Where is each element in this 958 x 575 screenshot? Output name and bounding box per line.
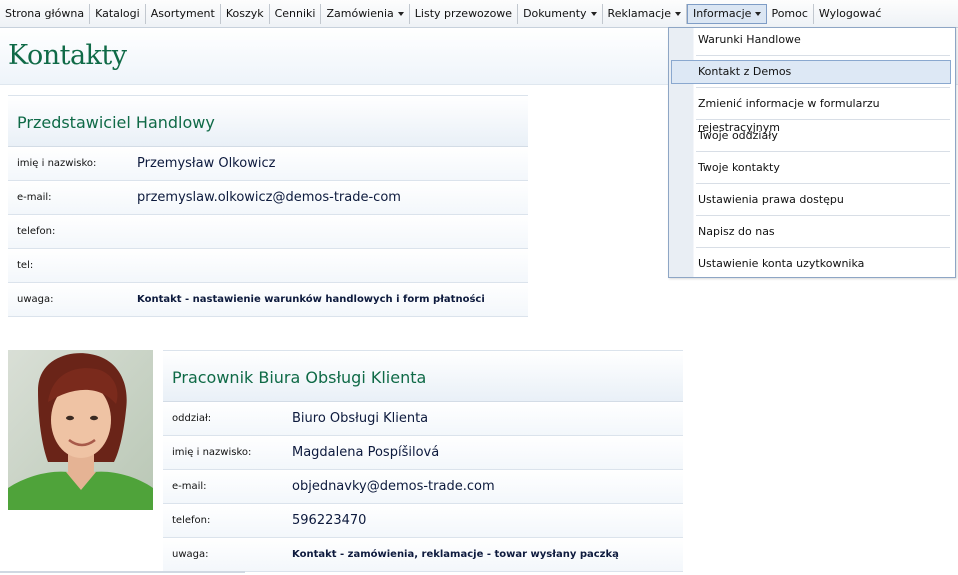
menu-item-katalogi[interactable]: Katalogi xyxy=(90,3,146,24)
dropdown-item-kontakt-z-demos[interactable]: Kontakt z Demos xyxy=(671,60,951,84)
menu-item-label: Katalogi xyxy=(95,7,140,20)
menu-item-label: Dokumenty xyxy=(523,7,587,20)
office-branch: Biuro Obsługi Klienta xyxy=(292,411,429,426)
office-card-header: Pracownik Biura Obsługi Klienta xyxy=(163,350,683,402)
dropdown-item-label: Ustawienie konta uzytkownika xyxy=(698,257,865,270)
field-label: oddział: xyxy=(172,413,212,424)
dropdown-item-ustawienia-prawa-dostepu[interactable]: Ustawienia prawa dostępu xyxy=(671,188,951,212)
dropdown-item-napisz-do-nas[interactable]: Napisz do nas xyxy=(671,220,951,244)
page-title: Kontakty xyxy=(8,40,127,71)
contact-row-name: imię i nazwisko: Magdalena Pospíšilová xyxy=(163,436,683,470)
menu-item-koszyk[interactable]: Koszyk xyxy=(221,3,270,24)
contact-row-branch: oddział: Biuro Obsługi Klienta xyxy=(163,402,683,436)
dropdown-item-label: Kontakt z Demos xyxy=(698,65,792,78)
dropdown-item-warunki-handlowe[interactable]: Warunki Handlowe xyxy=(671,28,951,52)
representative-card-title: Przedstawiciel Handlowy xyxy=(17,113,215,132)
menu-item-label: Koszyk xyxy=(225,7,264,20)
menu-item-dokumenty[interactable]: Dokumenty xyxy=(518,3,603,24)
dropdown-separator xyxy=(696,215,950,216)
menu-item-label: Cenniki xyxy=(274,7,316,20)
menu-item-listy-przewozowe[interactable]: Listy przewozowe xyxy=(410,3,519,24)
dropdown-item-label: Twoje oddziały xyxy=(698,129,778,142)
menu-item-cenniki[interactable]: Cenniki xyxy=(270,3,322,24)
dropdown-separator xyxy=(696,247,950,248)
contact-row-note: uwaga: Kontakt - nastawienie warunków ha… xyxy=(8,283,528,317)
menu-item-label: Strona główna xyxy=(5,7,85,20)
field-label: e-mail: xyxy=(17,192,52,203)
office-card-title: Pracownik Biura Obsługi Klienta xyxy=(172,368,427,387)
field-label: uwaga: xyxy=(17,294,54,305)
menu-item-wylogowac[interactable]: Wylogować xyxy=(814,4,886,24)
office-name: Magdalena Pospíšilová xyxy=(292,445,440,460)
main-menu: Strona główna Katalogi Asortyment Koszyk… xyxy=(0,0,958,28)
contact-row-name: imię i nazwisko: Przemysław Olkowicz xyxy=(8,147,528,181)
menu-item-pomoc[interactable]: Pomoc xyxy=(766,3,814,24)
representative-name: Przemysław Olkowicz xyxy=(137,156,276,171)
menu-item-asortyment[interactable]: Asortyment xyxy=(146,3,221,24)
representative-card: Przedstawiciel Handlowy imię i nazwisko:… xyxy=(8,95,528,317)
contact-photo xyxy=(8,350,153,510)
dropdown-separator xyxy=(696,55,950,56)
dropdown-item-label: Ustawienia prawa dostępu xyxy=(698,193,844,206)
menu-item-label: Reklamacje xyxy=(607,7,671,20)
dropdown-separator xyxy=(696,119,950,120)
field-label: imię i nazwisko: xyxy=(172,447,252,458)
dropdown-item-label: Twoje kontakty xyxy=(698,161,780,174)
office-card: Pracownik Biura Obsługi Klienta oddział:… xyxy=(163,350,683,572)
dropdown-item-twoje-kontakty[interactable]: Twoje kontakty xyxy=(671,156,951,180)
contact-row-email: e-mail: objednavky@demos-trade.com xyxy=(163,470,683,504)
dropdown-item-zmienic-informacje[interactable]: Zmienić informacje w formularzu rejestra… xyxy=(671,92,951,134)
menu-item-reklamacje[interactable]: Reklamacje xyxy=(603,3,687,24)
contact-row-note: uwaga: Kontakt - zamówienia, reklamacje … xyxy=(163,538,683,572)
dropdown-item-label: Warunki Handlowe xyxy=(698,33,801,46)
menu-item-zamowienia[interactable]: Zamówienia xyxy=(321,3,410,24)
contact-row-tel: tel: xyxy=(8,249,528,283)
menu-item-informacje[interactable]: Informacje xyxy=(686,3,768,24)
dropdown-item-label: Napisz do nas xyxy=(698,225,775,238)
field-label: imię i nazwisko: xyxy=(17,158,97,169)
menu-item-label: Asortyment xyxy=(150,7,215,20)
office-note: Kontakt - zamówienia, reklamacje - towar… xyxy=(292,549,619,560)
menu-item-label: Wylogować xyxy=(818,7,882,20)
field-label: uwaga: xyxy=(172,549,209,560)
field-label: e-mail: xyxy=(172,481,207,492)
menu-item-strona-glowna[interactable]: Strona główna xyxy=(0,3,91,24)
menu-item-label: Zamówienia xyxy=(326,7,394,20)
caret-down-icon xyxy=(674,11,681,16)
dropdown-item-ustawienie-konta[interactable]: Ustawienie konta uzytkownika xyxy=(671,252,951,276)
office-phone: 596223470 xyxy=(292,513,367,528)
field-label: telefon: xyxy=(172,515,211,526)
contact-row-phone: telefon: xyxy=(8,215,528,249)
menu-item-label: Pomoc xyxy=(771,7,808,20)
contact-row-email: e-mail: przemyslaw.olkowicz@demos-trade-… xyxy=(8,181,528,215)
menu-item-label: Informacje xyxy=(692,7,752,20)
contact-row-phone: telefon: 596223470 xyxy=(163,504,683,538)
dropdown-separator xyxy=(696,151,950,152)
caret-down-icon xyxy=(755,11,762,16)
representative-email: przemyslaw.olkowicz@demos-trade-com xyxy=(137,190,401,205)
field-label: tel: xyxy=(17,260,34,271)
dropdown-item-twoje-oddzialy[interactable]: Twoje oddziały xyxy=(671,124,951,148)
dropdown-separator xyxy=(696,183,950,184)
informacje-dropdown: Warunki Handlowe Kontakt z Demos Zmienić… xyxy=(668,27,956,278)
representative-card-header: Przedstawiciel Handlowy xyxy=(8,95,528,147)
contact-photo-image xyxy=(8,350,153,510)
caret-down-icon xyxy=(397,11,404,16)
menu-item-label: Listy przewozowe xyxy=(414,7,513,20)
representative-note: Kontakt - nastawienie warunków handlowyc… xyxy=(137,294,485,305)
office-email: objednavky@demos-trade.com xyxy=(292,479,495,494)
caret-down-icon xyxy=(590,11,597,16)
dropdown-separator xyxy=(696,87,950,88)
bottom-divider xyxy=(0,571,245,573)
field-label: telefon: xyxy=(17,226,56,237)
